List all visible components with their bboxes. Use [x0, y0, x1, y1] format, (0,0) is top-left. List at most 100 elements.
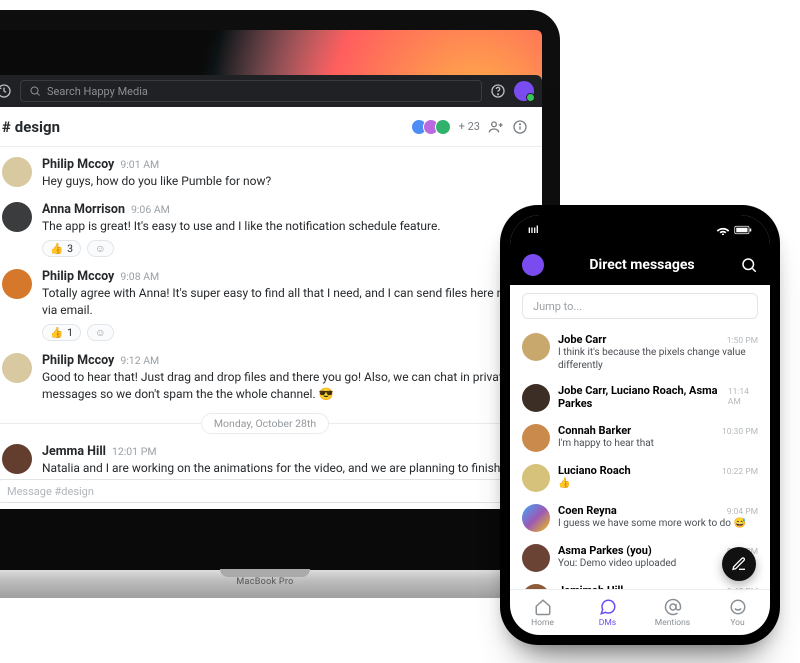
search-placeholder: Search Happy Media: [47, 85, 148, 98]
composer-placeholder: Message #design: [7, 485, 94, 498]
avatar: [522, 464, 550, 492]
phone-screen: ıııl 9:41 Direct messages Jump to... Job…: [510, 215, 770, 635]
message-time: 12:01 PM: [112, 445, 157, 458]
dm-preview: I guess we have some more work to do 😅: [558, 518, 758, 531]
tab-mentions[interactable]: Mentions: [640, 590, 705, 635]
avatar: [522, 504, 550, 532]
day-divider: Monday, October 28th: [0, 413, 536, 434]
message-author[interactable]: Philip Mccoy: [42, 157, 114, 172]
dm-preview: I'm happy to hear that: [558, 438, 758, 451]
dm-preview: I think it's because the pixels change v…: [558, 347, 758, 372]
dm-item[interactable]: Connah Barker 10:30 PMI'm happy to hear t…: [510, 418, 770, 458]
phone-header: Direct messages: [510, 245, 770, 285]
dm-item[interactable]: Coen Reyna 9:04 PMI guess we have some mo…: [510, 498, 770, 538]
history-icon[interactable]: [0, 83, 12, 99]
global-search[interactable]: Search Happy Media: [20, 80, 482, 102]
laptop-device: Search Happy Media #design + 23: [0, 10, 560, 630]
dm-item[interactable]: Luciano Roach 10:22 PM👍: [510, 458, 770, 498]
tab-home[interactable]: Home: [510, 590, 575, 635]
dm-name: Coen Reyna: [558, 504, 617, 517]
search-icon: [29, 85, 41, 97]
reaction[interactable]: 👍 3: [42, 240, 81, 257]
message-text: Hey guys, how do you like Pumble for now…: [42, 173, 528, 190]
face-icon: [729, 598, 747, 616]
dm-name: Jobe Carr: [558, 333, 606, 346]
message-author[interactable]: Anna Morrison: [42, 202, 125, 217]
channel-name[interactable]: #design: [2, 118, 60, 136]
reaction[interactable]: 👍 1: [42, 324, 81, 341]
dm-time: 10:30 PM: [722, 427, 758, 437]
battery-icon: [734, 225, 752, 235]
laptop-bezel: Search Happy Media #design + 23: [0, 10, 560, 575]
tab-you[interactable]: You: [705, 590, 770, 635]
add-reaction[interactable]: ☺: [87, 240, 114, 257]
message-text: Natalia and I are working on the animati…: [42, 460, 528, 477]
dm-name: Asma Parkes (you): [558, 544, 652, 557]
message-time: 9:12 AM: [120, 354, 159, 367]
dm-name: Luciano Roach: [558, 464, 631, 477]
avatar[interactable]: [2, 353, 32, 383]
chat-icon: [599, 598, 617, 616]
compose-fab[interactable]: [722, 547, 756, 581]
profile-avatar[interactable]: [522, 254, 544, 276]
dm-time: 9:04 PM: [727, 507, 758, 517]
help-icon[interactable]: [490, 83, 506, 99]
avatar[interactable]: [2, 157, 32, 187]
add-people-icon[interactable]: [488, 119, 504, 135]
message-composer[interactable]: Message #design: [0, 479, 532, 503]
message-text: Good to hear that! Just drag and drop fi…: [42, 369, 528, 404]
dm-name: Connah Barker: [558, 424, 631, 437]
message: Philip Mccoy 9:12 AM Good to hear that! J…: [0, 347, 542, 410]
add-reaction[interactable]: ☺: [87, 324, 114, 341]
message-time: 9:06 AM: [131, 203, 170, 216]
phone-device: ıııl 9:41 Direct messages Jump to... Job…: [500, 205, 780, 645]
member-avatars[interactable]: [411, 119, 451, 135]
tab-bar: Home DMs Mentions You: [510, 589, 770, 635]
carrier-signal: ıııl: [528, 225, 539, 236]
avatar: [522, 384, 550, 412]
laptop-hinge-notch: [220, 569, 310, 577]
dm-name: Jobe Carr, Luciano Roach, Asma Parkes: [558, 384, 722, 410]
at-icon: [664, 598, 682, 616]
message-author[interactable]: Philip Mccoy: [42, 269, 114, 284]
message: Philip Mccoy 9:01 AM Hey guys, how do you…: [0, 151, 542, 196]
member-count: + 23: [459, 120, 480, 133]
tab-dms[interactable]: DMs: [575, 590, 640, 635]
message-time: 9:01 AM: [120, 158, 159, 171]
dm-preview: 👍: [558, 478, 758, 491]
screen-title: Direct messages: [544, 257, 740, 273]
dm-item[interactable]: Jobe Carr 1:50 PMI think it's because the…: [510, 327, 770, 378]
channel-header: #design + 23: [0, 107, 542, 147]
avatar: [522, 544, 550, 572]
laptop-label: MacBook Pro: [236, 577, 293, 587]
laptop-screen: Search Happy Media #design + 23: [0, 30, 542, 559]
info-icon[interactable]: [512, 119, 528, 135]
message-list[interactable]: Philip Mccoy 9:01 AM Hey guys, how do you…: [0, 147, 542, 477]
jump-placeholder: Jump to...: [533, 300, 582, 313]
message: Philip Mccoy 9:08 AM Totally agree with A…: [0, 263, 542, 347]
message-author[interactable]: Philip Mccoy: [42, 353, 114, 368]
avatar: [522, 333, 550, 361]
message-time: 9:08 AM: [120, 270, 159, 283]
wifi-icon: [716, 225, 730, 235]
avatar[interactable]: [2, 202, 32, 232]
message-author[interactable]: Jemma Hill: [42, 444, 106, 459]
message-text: Totally agree with Anna! It's super easy…: [42, 285, 528, 320]
avatar: [522, 424, 550, 452]
dm-item[interactable]: Jemimah Hill8:45 PMthanks: [510, 578, 770, 589]
message: Anna Morrison 9:06 AM The app is great! I…: [0, 196, 542, 262]
desktop-app: Search Happy Media #design + 23: [0, 75, 542, 509]
avatar[interactable]: [2, 269, 32, 299]
jump-to-input[interactable]: Jump to...: [522, 293, 758, 319]
topbar: Search Happy Media: [0, 75, 542, 107]
dm-item[interactable]: Jobe Carr, Luciano Roach, Asma Parkes 11:…: [510, 378, 770, 418]
message: Jemma Hill 12:01 PM Natalia and I are wor…: [0, 438, 542, 477]
dm-time: 1:50 PM: [727, 336, 758, 346]
compose-icon: [731, 556, 747, 572]
search-icon[interactable]: [740, 256, 758, 274]
message-text: The app is great! It's easy to use and I…: [42, 218, 528, 235]
dm-time: 10:22 PM: [722, 467, 758, 477]
avatar[interactable]: [2, 444, 32, 474]
profile-avatar[interactable]: [514, 81, 534, 101]
dm-time: 11:14 AM: [728, 387, 758, 407]
